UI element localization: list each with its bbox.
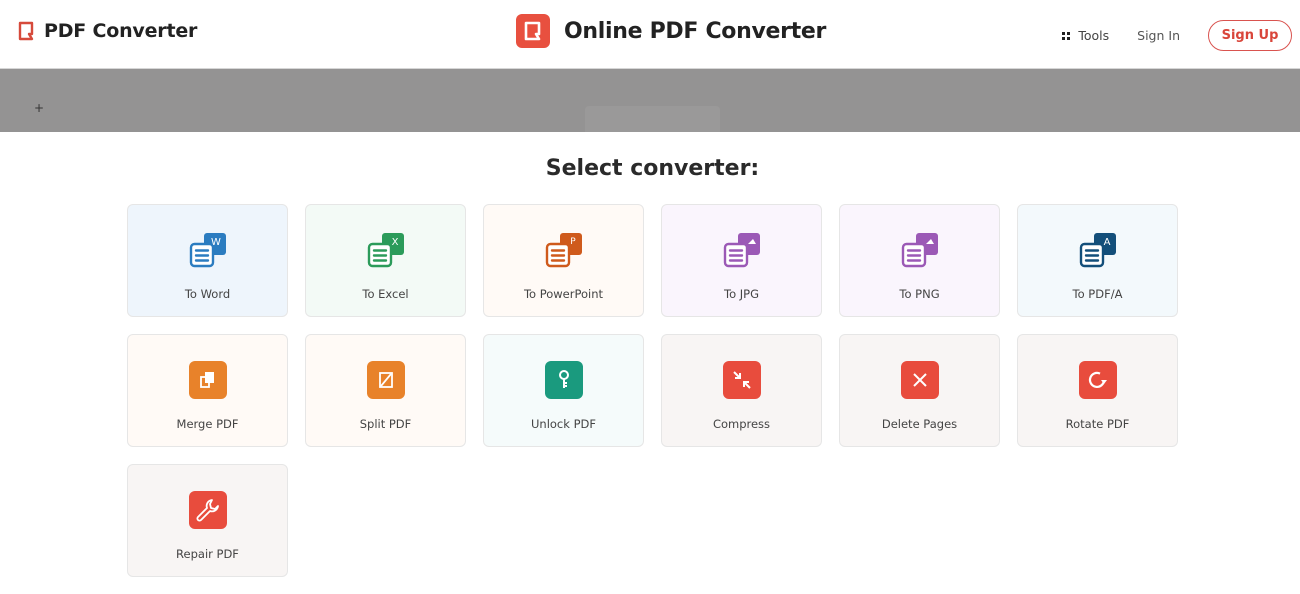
converter-label: To PDF/A	[1072, 287, 1123, 301]
merge-icon	[188, 361, 228, 401]
converter-label: Split PDF	[359, 417, 412, 431]
converter-label: Delete Pages	[881, 417, 958, 431]
converter-label: Repair PDF	[176, 547, 239, 561]
converter-grid: W To Word X To Excel P To PowerPoint To …	[127, 204, 1178, 577]
powerpoint-icon: P	[544, 231, 584, 271]
word-icon: W	[188, 231, 228, 271]
tools-label: Tools	[1078, 28, 1110, 43]
converter-card-to-excel[interactable]: X To Excel	[305, 204, 466, 317]
sign-in-link[interactable]: Sign In	[1137, 28, 1180, 43]
excel-icon: X	[366, 231, 406, 271]
svg-text:A: A	[1103, 237, 1110, 248]
converter-card-merge-pdf[interactable]: Merge PDF	[127, 334, 288, 447]
converter-label: Rotate PDF	[1065, 417, 1130, 431]
pdfa-icon: A	[1078, 231, 1118, 271]
svg-text:X: X	[391, 237, 398, 248]
plus-icon: +	[34, 101, 45, 115]
svg-text:P: P	[570, 237, 576, 247]
header: PDF Converter Online PDF Converter Tools…	[0, 0, 1300, 69]
key-icon	[544, 361, 584, 401]
converter-card-repair-pdf[interactable]: Repair PDF	[127, 464, 288, 577]
brand-left-name: PDF Converter	[44, 20, 198, 42]
jpg-icon	[722, 231, 762, 271]
header-nav: Tools Sign In Sign Up	[1062, 20, 1292, 51]
converter-card-to-powerpoint[interactable]: P To PowerPoint	[483, 204, 644, 317]
brand-center-name: Online PDF Converter	[564, 18, 827, 44]
converter-label: To JPG	[724, 287, 759, 301]
split-icon	[366, 361, 406, 401]
converter-card-split-pdf[interactable]: Split PDF	[305, 334, 466, 447]
converter-card-to-word[interactable]: W To Word	[127, 204, 288, 317]
converter-label: Merge PDF	[176, 417, 239, 431]
converter-label: To Excel	[362, 287, 409, 301]
converter-card-unlock-pdf[interactable]: Unlock PDF	[483, 334, 644, 447]
converter-card-to-png[interactable]: To PNG	[839, 204, 1000, 317]
converter-label: To PowerPoint	[523, 287, 604, 301]
modal-backdrop[interactable]: +	[0, 69, 1300, 146]
online-pdf-logo-icon	[516, 14, 550, 48]
brand-left-link[interactable]: PDF Converter	[18, 20, 197, 42]
converter-label: To PNG	[899, 287, 940, 301]
png-icon	[900, 231, 940, 271]
converter-card-rotate-pdf[interactable]: Rotate PDF	[1017, 334, 1178, 447]
converter-card-compress[interactable]: Compress	[661, 334, 822, 447]
grid-icon	[1062, 31, 1071, 40]
converter-label: Unlock PDF	[531, 417, 596, 431]
converter-label: To Word	[184, 287, 231, 301]
tools-menu-button[interactable]: Tools	[1062, 28, 1109, 43]
converter-card-to-jpg[interactable]: To JPG	[661, 204, 822, 317]
delete-icon	[900, 361, 940, 401]
page-title: Select converter:	[545, 156, 760, 181]
brand-center[interactable]: Online PDF Converter	[516, 14, 826, 48]
converter-label: Compress	[712, 417, 771, 431]
sign-up-button[interactable]: Sign Up	[1208, 20, 1292, 51]
pdf-converter-logo-icon	[18, 21, 34, 41]
converter-card-to-pdf-a[interactable]: A To PDF/A	[1017, 204, 1178, 317]
rotate-icon	[1078, 361, 1118, 401]
compress-icon	[722, 361, 762, 401]
converter-card-delete-pages[interactable]: Delete Pages	[839, 334, 1000, 447]
wrench-icon	[188, 491, 228, 531]
